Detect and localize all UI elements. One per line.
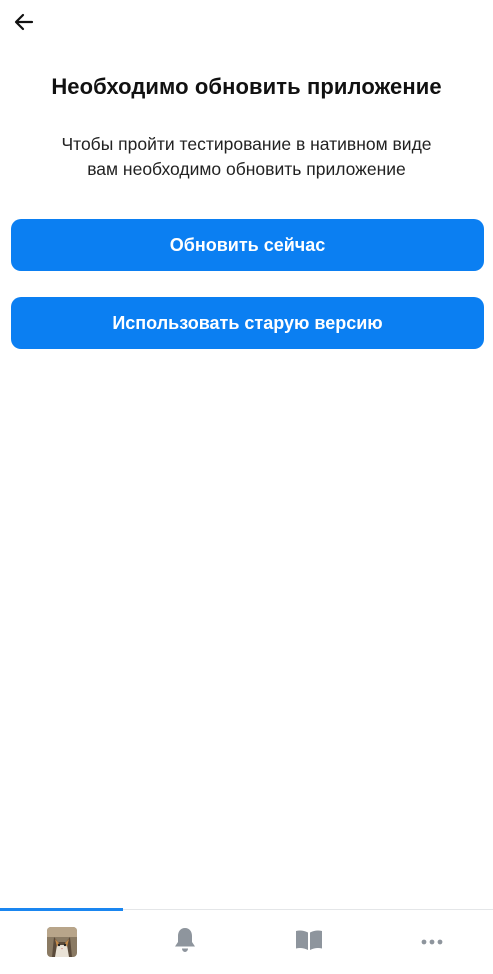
tab-profile[interactable] bbox=[0, 910, 123, 974]
back-button[interactable] bbox=[8, 8, 40, 40]
description-line: Чтобы пройти тестирование в нативном вид… bbox=[61, 134, 432, 154]
tab-more[interactable] bbox=[370, 910, 493, 974]
use-old-version-button[interactable]: Использовать старую версию bbox=[11, 297, 484, 349]
bell-icon bbox=[172, 926, 198, 959]
description: Чтобы пройти тестирование в нативном вид… bbox=[20, 132, 473, 182]
description-line: вам необходимо обновить приложение bbox=[87, 159, 406, 179]
tab-catalog[interactable] bbox=[247, 910, 370, 974]
update-now-button[interactable]: Обновить сейчас bbox=[11, 219, 484, 271]
bottom-tab-bar bbox=[0, 908, 493, 974]
book-icon bbox=[294, 928, 324, 957]
avatar bbox=[46, 927, 77, 957]
arrow-left-icon bbox=[12, 10, 36, 39]
tab-notifications[interactable] bbox=[123, 910, 246, 974]
more-icon bbox=[420, 933, 444, 951]
page-title: Необходимо обновить приложение bbox=[51, 74, 442, 99]
